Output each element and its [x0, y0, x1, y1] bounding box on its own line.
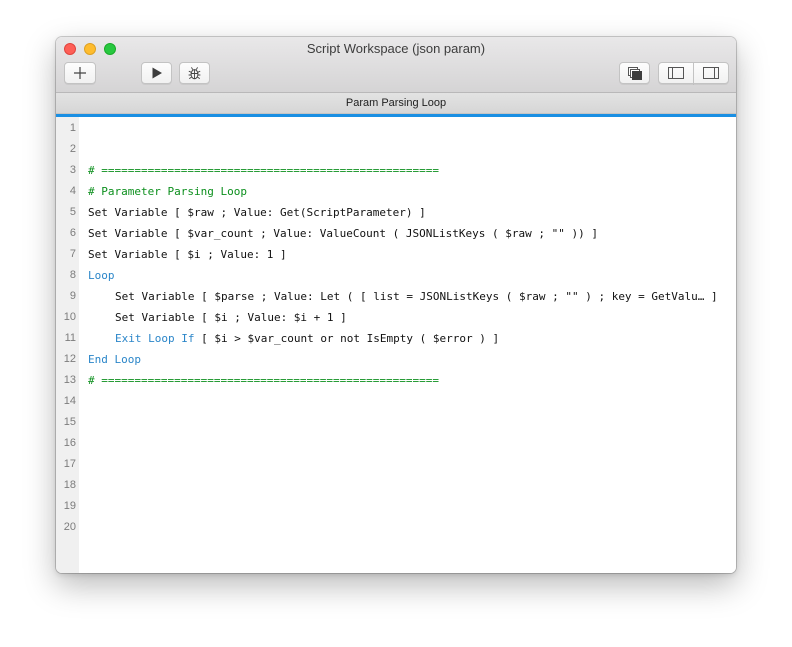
line-number: 17 [63, 458, 76, 470]
step-text: Set Variable [ $var_count ; Value: Value… [88, 227, 598, 240]
sidebar-left-icon [668, 67, 684, 79]
line-number: 8 [69, 269, 76, 281]
step-text: Set Variable [ $i ; Value: $i + 1 ] [115, 311, 347, 324]
line-number: 16 [63, 437, 76, 449]
line-number: 5 [69, 206, 76, 218]
control-keyword: Loop [88, 269, 115, 282]
comment-text: # Parameter Parsing Loop [88, 185, 247, 198]
line-number: 1 [69, 122, 76, 134]
script-line[interactable]: 12 End Loop [56, 349, 736, 370]
script-line[interactable]: 11 Exit Loop If [ $i > $var_count or not … [56, 328, 736, 349]
script-line[interactable]: 9 Set Variable [ $parse ; Value: Let ( [ … [56, 286, 736, 307]
control-keyword: Exit Loop If [115, 332, 195, 345]
comment-text: # ======================================… [88, 164, 439, 177]
tab-title: Param Parsing Loop [345, 97, 447, 109]
script-line[interactable]: 16 [56, 433, 736, 454]
script-line[interactable]: 13 # ====================================… [56, 370, 736, 391]
title-bar: Script Workspace (json param) [56, 37, 736, 93]
script-line[interactable]: 2 [56, 139, 736, 160]
window-title: Script Workspace (json param) [306, 41, 486, 56]
windows-icon [628, 67, 642, 80]
line-number: 7 [69, 248, 76, 260]
step-text: Set Variable [ $parse ; Value: Let ( [ l… [115, 290, 718, 303]
script-line[interactable]: 4 # Parameter Parsing Loop [56, 181, 736, 202]
line-number: 14 [63, 395, 76, 407]
line-number: 20 [63, 521, 76, 533]
script-step: # Parameter Parsing Loop [88, 185, 247, 198]
script-step: Set Variable [ $i ; Value: 1 ] [88, 248, 287, 261]
line-number: 10 [63, 311, 76, 323]
line-number: 11 [64, 332, 76, 344]
step-text: Set Variable [ $raw ; Value: Get(ScriptP… [88, 206, 426, 219]
script-step: Exit Loop If [ $i > $var_count or not Is… [115, 332, 499, 345]
control-keyword: End Loop [88, 353, 141, 366]
plus-icon [74, 67, 86, 79]
script-line[interactable]: 20 [56, 517, 736, 538]
line-number: 4 [69, 185, 76, 197]
script-windows-button[interactable] [619, 62, 650, 84]
add-script-button[interactable] [64, 62, 96, 84]
line-number: 2 [69, 143, 76, 155]
script-line[interactable]: 14 [56, 391, 736, 412]
bug-icon [188, 67, 201, 80]
sidebar-right-icon [703, 67, 719, 79]
script-line[interactable]: 5 Set Variable [ $raw ; Value: Get(Script… [56, 202, 736, 223]
line-number: 3 [69, 164, 76, 176]
script-step: Set Variable [ $raw ; Value: Get(ScriptP… [88, 206, 426, 219]
run-script-button[interactable] [141, 62, 172, 84]
script-step: End Loop [88, 353, 141, 366]
script-line[interactable]: 1 [56, 118, 736, 139]
comment-text: # ======================================… [88, 374, 439, 387]
script-line[interactable]: 10 Set Variable [ $i ; Value: $i + 1 ] [56, 307, 736, 328]
line-number: 18 [63, 479, 76, 491]
line-number: 9 [69, 290, 76, 302]
line-number: 19 [63, 500, 76, 512]
line-number: 12 [63, 353, 76, 365]
script-step: # ======================================… [88, 374, 439, 387]
step-text: [ $i > $var_count or not IsEmpty ( $erro… [194, 332, 500, 345]
script-line[interactable]: 17 [56, 454, 736, 475]
script-step: Loop [88, 269, 115, 282]
debug-script-button[interactable] [179, 62, 210, 84]
line-number: 15 [63, 416, 76, 428]
script-line[interactable]: 18 [56, 475, 736, 496]
step-text: Set Variable [ $i ; Value: 1 ] [88, 248, 287, 261]
script-tab[interactable]: Param Parsing Loop [56, 93, 736, 114]
script-workspace-window: Script Workspace (json param) Param Pars… [56, 37, 736, 573]
script-step: Set Variable [ $i ; Value: $i + 1 ] [115, 311, 347, 324]
script-line[interactable]: 8 Loop [56, 265, 736, 286]
script-step: Set Variable [ $parse ; Value: Let ( [ l… [115, 290, 718, 303]
line-number: 13 [63, 374, 76, 386]
script-step: Set Variable [ $var_count ; Value: Value… [88, 227, 598, 240]
script-line[interactable]: 6 Set Variable [ $var_count ; Value: Valu… [56, 223, 736, 244]
script-step: # ======================================… [88, 164, 439, 177]
left-pane-button[interactable] [658, 62, 694, 84]
right-pane-button[interactable] [693, 62, 729, 84]
script-line[interactable]: 7 Set Variable [ $i ; Value: 1 ] [56, 244, 736, 265]
line-number: 6 [69, 227, 76, 239]
script-line[interactable]: 15 [56, 412, 736, 433]
script-line[interactable]: 3 # =====================================… [56, 160, 736, 181]
play-icon [152, 67, 162, 79]
script-line[interactable]: 19 [56, 496, 736, 517]
